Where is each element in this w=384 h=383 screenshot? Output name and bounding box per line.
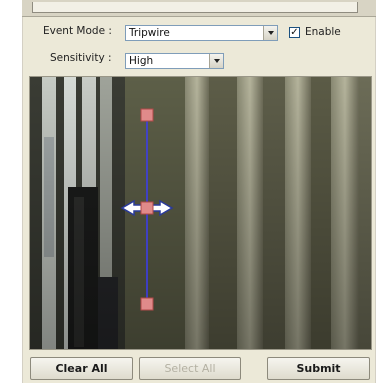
submit-button[interactable]: Submit bbox=[267, 357, 370, 380]
top-scroll-strip bbox=[22, 0, 376, 17]
select-all-button[interactable]: Select All bbox=[139, 357, 241, 380]
video-preview[interactable] bbox=[29, 76, 372, 350]
tripwire-top-handle[interactable] bbox=[140, 108, 154, 122]
clear-all-button[interactable]: Clear All bbox=[30, 357, 133, 380]
sensitivity-select[interactable]: High bbox=[125, 53, 224, 69]
event-mode-select[interactable]: Tripwire bbox=[125, 25, 278, 41]
tripwire-mid-handle[interactable] bbox=[140, 201, 154, 215]
enable-checkbox[interactable]: ✓ bbox=[289, 27, 300, 38]
chevron-down-icon[interactable] bbox=[209, 54, 223, 68]
enable-label: Enable bbox=[305, 26, 341, 38]
chevron-down-icon[interactable] bbox=[263, 26, 277, 40]
top-scroll-track bbox=[32, 2, 358, 13]
sensitivity-label: Sensitivity : bbox=[50, 52, 112, 64]
event-mode-value: Tripwire bbox=[129, 27, 170, 39]
tripwire-bottom-handle[interactable] bbox=[140, 297, 154, 311]
event-mode-label: Event Mode : bbox=[43, 25, 112, 37]
sensitivity-value: High bbox=[129, 55, 154, 67]
checkmark-icon: ✓ bbox=[290, 27, 299, 38]
tripwire-overlay[interactable] bbox=[30, 77, 372, 350]
